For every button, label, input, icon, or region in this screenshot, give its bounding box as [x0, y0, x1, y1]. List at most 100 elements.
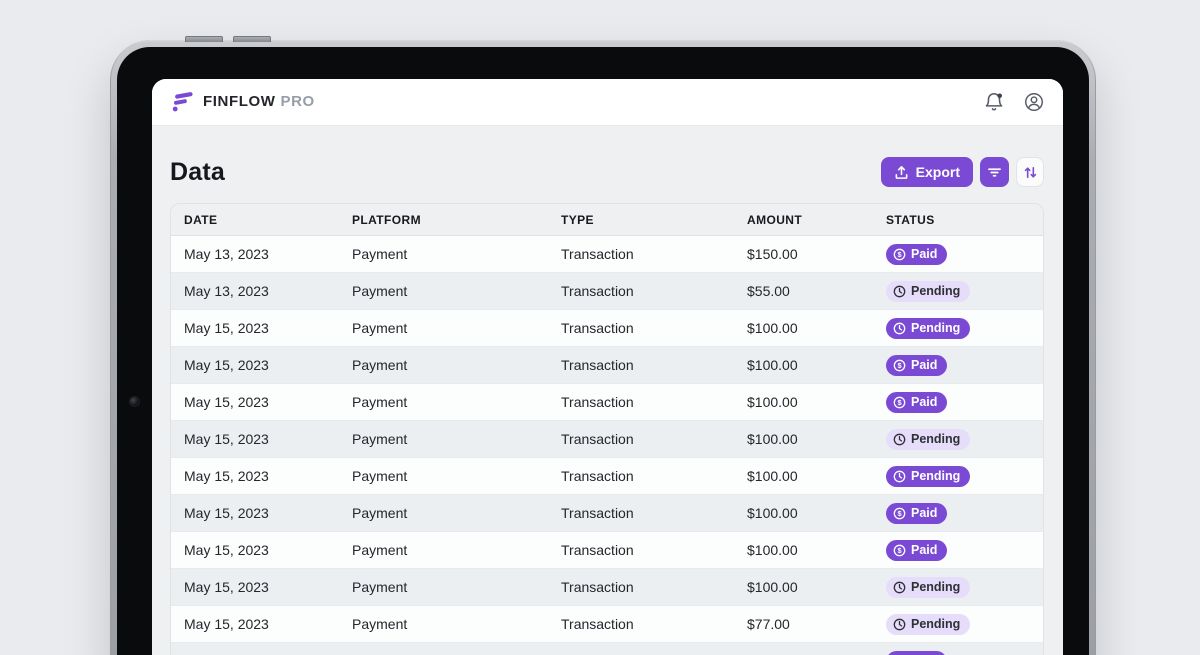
cell-type: Transaction — [548, 310, 734, 347]
table-row[interactable]: May 15, 2023PaymentTransaction$100.00Pen… — [171, 310, 1043, 347]
cell-platform: Payment — [339, 495, 548, 532]
cell-amount: $100.00 — [734, 384, 873, 421]
cell-type: Transaction — [548, 532, 734, 569]
status-label: Pending — [911, 581, 960, 594]
status-label: Paid — [911, 248, 937, 261]
table-header-row: DATE PLATFORM TYPE AMOUNT STATUS — [171, 204, 1043, 236]
table-row[interactable]: May 15, 2023PaymentTransaction$77.00 Pend… — [171, 606, 1043, 643]
cell-date: May 13, 2023 — [171, 236, 339, 273]
cell-platform: Payment — [339, 569, 548, 606]
cell-status: Pending — [873, 421, 1043, 458]
volume-button — [185, 36, 223, 42]
cell-status: $ Paid — [873, 236, 1043, 273]
status-badge: Pending — [886, 614, 970, 635]
upload-icon — [894, 165, 909, 180]
status-badge: $ Paid — [886, 244, 947, 265]
cell-date: May 15, 2023 — [171, 606, 339, 643]
table-row[interactable]: May 15, 2023PaymentTransaction$100.00$Pa… — [171, 495, 1043, 532]
column-header-platform[interactable]: PLATFORM — [339, 204, 548, 236]
clock-icon — [893, 618, 906, 631]
cell-date: May 15, 2023 — [171, 421, 339, 458]
cell-type: Transaction — [548, 347, 734, 384]
cell-date: May 13, 2023 — [171, 273, 339, 310]
dollar-circle-icon: $ — [893, 248, 906, 261]
dollar-circle-icon: $ — [893, 507, 906, 520]
table-row[interactable]: May 15, 2023PaymentTransaction$100.00$Pa… — [171, 532, 1043, 569]
cell-type: Transaction — [548, 236, 734, 273]
status-label: Paid — [911, 396, 937, 409]
cell-platform: Payment — [339, 643, 548, 655]
status-badge: Pending — [886, 466, 970, 487]
status-label: Paid — [911, 507, 937, 520]
cell-date: May 15, 2023 — [171, 532, 339, 569]
sort-arrows-icon — [1023, 165, 1038, 180]
cell-amount: $100.00 — [734, 643, 873, 655]
cell-platform: Payment — [339, 310, 548, 347]
cell-platform: Payment — [339, 236, 548, 273]
cell-date: May 15, 2023 — [171, 384, 339, 421]
status-label: Pending — [911, 322, 960, 335]
table-row[interactable]: May 13, 2023PaymentTransaction$55.00Pend… — [171, 273, 1043, 310]
table-row[interactable]: May 15, 2023PaymentTransaction$100.00$Pa… — [171, 347, 1043, 384]
status-label: Pending — [911, 433, 960, 446]
tablet-device-frame: FINFLOWPRO — [110, 40, 1096, 655]
svg-text:$: $ — [897, 546, 902, 555]
cell-status: $ Paid — [873, 495, 1043, 532]
status-badge: Pending — [886, 318, 970, 339]
svg-text:$: $ — [897, 361, 902, 370]
volume-button — [233, 36, 271, 42]
clock-icon — [893, 581, 906, 594]
cell-status: $ Paid — [873, 384, 1043, 421]
cell-type: Transaction — [548, 273, 734, 310]
cell-type: Transaction — [548, 458, 734, 495]
cell-status: $Paid — [873, 532, 1043, 569]
svg-text:$: $ — [897, 509, 902, 518]
sort-button[interactable] — [1016, 157, 1044, 187]
svg-text:$: $ — [897, 398, 902, 407]
status-badge: $ Paid — [886, 503, 947, 524]
cell-amount: $77.00 — [734, 606, 873, 643]
cell-date: May 15, 2023 — [171, 569, 339, 606]
cell-amount: $100.00 — [734, 458, 873, 495]
account-icon[interactable] — [1021, 89, 1047, 115]
toolbar: Export — [881, 157, 1044, 187]
clock-icon — [893, 433, 906, 446]
filter-button[interactable] — [980, 157, 1009, 187]
cell-status: Pending — [873, 458, 1043, 495]
table-row[interactable]: May 13, 2023PaymentTransaction$150.00$Pa… — [171, 236, 1043, 273]
clock-icon — [893, 322, 906, 335]
column-header-amount[interactable]: AMOUNT — [734, 204, 873, 236]
cell-date: May 15, 2023 — [171, 458, 339, 495]
table-row[interactable]: May 15, 2023PaymentTransaction$100.00Pen… — [171, 569, 1043, 606]
bell-icon[interactable] — [981, 89, 1007, 115]
cell-status: Pending — [873, 273, 1043, 310]
cell-platform: Payment — [339, 606, 548, 643]
export-button[interactable]: Export — [881, 157, 973, 187]
column-header-date[interactable]: DATE — [171, 204, 339, 236]
cell-amount: $100.00 — [734, 569, 873, 606]
clock-icon — [893, 470, 906, 483]
table-row[interactable]: May 15, 2023PaymentTransaction$100.00$Pa… — [171, 643, 1043, 655]
svg-text:$: $ — [897, 250, 902, 259]
cell-amount: $100.00 — [734, 532, 873, 569]
cell-status: Pending — [873, 569, 1043, 606]
cell-date: May 15, 2023 — [171, 495, 339, 532]
data-table: DATE PLATFORM TYPE AMOUNT STATUS May 13,… — [170, 203, 1044, 655]
table-row[interactable]: May 15, 2023PaymentTransaction$100.00$Pa… — [171, 384, 1043, 421]
column-header-type[interactable]: TYPE — [548, 204, 734, 236]
cell-status: $Paid — [873, 643, 1043, 655]
column-header-status[interactable]: STATUS — [873, 204, 1043, 236]
brand-suffix: PRO — [281, 93, 315, 110]
status-badge: Pending — [886, 429, 970, 450]
cell-type: Transaction — [548, 384, 734, 421]
cell-type: Transaction — [548, 606, 734, 643]
finflow-logo-icon — [170, 90, 194, 114]
front-camera-dot — [130, 397, 139, 406]
table-row[interactable]: May 15, 2023PaymentTransaction$100.00Pen… — [171, 421, 1043, 458]
table-row[interactable]: May 15, 2023PaymentTransaction$100.00Pen… — [171, 458, 1043, 495]
cell-date: May 15, 2023 — [171, 643, 339, 655]
status-label: Pending — [911, 285, 960, 298]
brand: FINFLOWPRO — [170, 90, 315, 114]
cell-date: May 15, 2023 — [171, 310, 339, 347]
main-content: Data Export — [152, 157, 1063, 655]
